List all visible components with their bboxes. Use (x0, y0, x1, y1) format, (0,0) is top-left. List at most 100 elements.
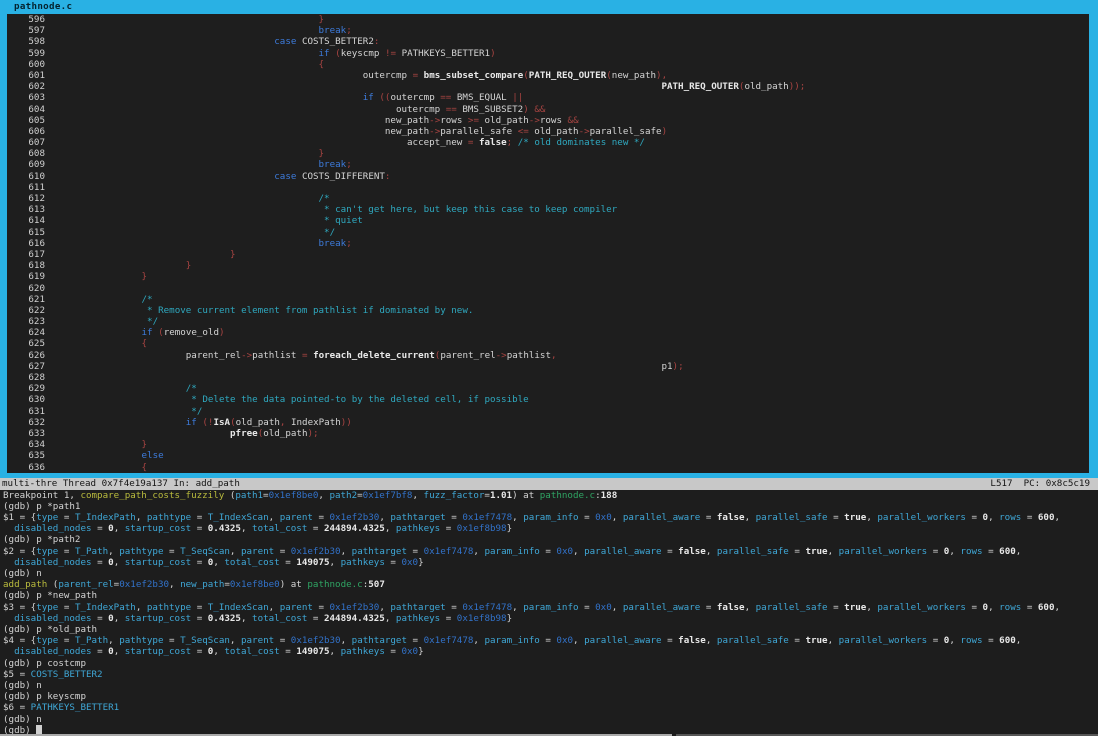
code-segment: = (579, 512, 596, 523)
code-segment: = (280, 557, 297, 568)
code-segment: * can't get here, but keep this case to … (324, 204, 617, 215)
line-number: 597 (7, 25, 45, 36)
code-segment: bms_subset_compare (424, 70, 524, 81)
console-line: Breakpoint 1, compare_path_costs_fuzzily… (3, 490, 1098, 501)
code-segment: 244894.4325 (324, 613, 385, 624)
status-thread-info: multi-thre Thread 0x7f4e19a137 In: add_p… (2, 478, 240, 490)
code-segment: , (706, 546, 717, 557)
code-segment: 0x1ef7bf8 (363, 490, 413, 501)
code-segment: startup_cost (125, 613, 191, 624)
code-segment: } (142, 271, 148, 282)
source-code-text: } (53, 439, 147, 450)
code-segment: , (269, 602, 280, 613)
code-segment: rows (999, 512, 1021, 523)
code-segment: } (418, 557, 424, 568)
code-segment: 0x1ef2b30 (291, 635, 341, 646)
code-segment: : (385, 171, 391, 182)
code-segment: outercmp (396, 104, 446, 115)
code-segment: ) (662, 126, 668, 137)
console-line: $3 = {type = T_IndexPath, pathtype = T_I… (3, 602, 1098, 613)
code-segment: , (612, 512, 623, 523)
code-segment: fuzz_factor (424, 490, 485, 501)
code-segment: , (1016, 635, 1022, 646)
source-line: 635 else (7, 450, 1089, 461)
line-number: 621 (7, 294, 45, 305)
code-segment: (gdb) p *new_path (3, 590, 97, 601)
code-segment: false (479, 137, 507, 148)
code-segment: ) (219, 327, 225, 338)
status-line-pc: L517 PC: 0x8c5c19 (990, 478, 1090, 490)
code-segment: type (36, 546, 58, 557)
source-line: 613 * can't get here, but keep this case… (7, 204, 1089, 215)
code-segment: case (274, 36, 296, 47)
code-segment: parent_rel (186, 350, 241, 361)
code-segment: -> (429, 126, 440, 137)
code-segment: add_path (3, 579, 47, 590)
code-segment: total_cost (252, 613, 307, 624)
source-code-text: case COSTS_DIFFERENT: (53, 171, 390, 182)
code-segment: rows (540, 115, 568, 126)
code-segment: , (866, 512, 877, 523)
line-number: 596 (7, 14, 45, 25)
line-number: 600 (7, 59, 45, 70)
source-line: 604 outercmp == BMS_SUBSET2) && (7, 104, 1089, 115)
code-segment: /* old dominates new */ (518, 137, 645, 148)
code-segment: type (36, 602, 58, 613)
code-segment: 0x1ef2b30 (330, 512, 380, 523)
code-segment: 0x0 (595, 512, 612, 523)
code-segment: remove_old (164, 327, 219, 338)
source-line: 624 if (remove_old) (7, 327, 1089, 338)
code-segment: ) (490, 48, 496, 59)
code-segment: 0x1ef8be0 (230, 579, 280, 590)
code-segment: && (568, 115, 579, 126)
code-segment: , (379, 602, 390, 613)
source-code-text: if (keyscmp != PATHKEYS_BETTER1) (53, 48, 496, 59)
code-segment: , (230, 546, 241, 557)
code-segment: parallel_safe (440, 126, 517, 137)
code-segment: total_cost (224, 646, 279, 657)
source-window: pathnode.c 596 }597 break;598 case COSTS… (0, 0, 1098, 478)
code-segment: rows (960, 635, 982, 646)
source-code-text: break; (53, 159, 352, 170)
code-segment: ); (673, 361, 684, 372)
code-segment: (gdb) n (3, 568, 42, 579)
code-segment: pathlist (507, 350, 551, 361)
gdb-console[interactable]: Breakpoint 1, compare_path_costs_fuzzily… (0, 490, 1098, 736)
code-segment: = (440, 523, 457, 534)
code-segment: (( (379, 92, 390, 103)
source-code-text: * Remove current element from pathlist i… (53, 305, 473, 316)
code-segment: old_path (744, 81, 788, 92)
line-number: 609 (7, 159, 45, 170)
code-segment: parent (280, 602, 313, 613)
code-segment: 507 (368, 579, 385, 590)
code-segment: , (473, 546, 484, 557)
code-segment: 1.01 (490, 490, 512, 501)
code-segment: 0x0 (556, 635, 573, 646)
code-segment: T_Path (75, 635, 108, 646)
source-line: 630 * Delete the data pointed-to by the … (7, 394, 1089, 405)
code-segment: , (330, 557, 341, 568)
source-code-text: break; (53, 238, 352, 249)
line-number: 628 (7, 372, 45, 383)
code-segment: == (446, 104, 457, 115)
code-segment: break (319, 159, 347, 170)
source-code-text: outercmp = bms_subset_compare(PATH_REQ_O… (53, 70, 667, 81)
code-segment: pathtarget (352, 635, 407, 646)
text-cursor (36, 725, 42, 735)
source-line: 602 PATH_REQ_OUTER(old_path)); (7, 81, 1089, 92)
line-number: 615 (7, 227, 45, 238)
source-pane[interactable]: 596 }597 break;598 case COSTS_BETTER2:59… (7, 14, 1089, 473)
console-line: disabled_nodes = 0, startup_cost = 0, to… (3, 557, 1098, 568)
code-segment: ; (346, 25, 352, 36)
code-segment: = (274, 635, 291, 646)
code-segment: 600 (999, 546, 1016, 557)
source-file-title: pathnode.c (14, 1, 72, 12)
line-number: 614 (7, 215, 45, 226)
line-number: 607 (7, 137, 45, 148)
code-segment: 0x1ef7478 (424, 546, 474, 557)
code-segment: = (927, 546, 944, 557)
code-segment: $6 = (3, 702, 31, 713)
code-segment: T_IndexScan (208, 602, 269, 613)
source-line: 616 break; (7, 238, 1089, 249)
code-segment: = (92, 646, 109, 657)
